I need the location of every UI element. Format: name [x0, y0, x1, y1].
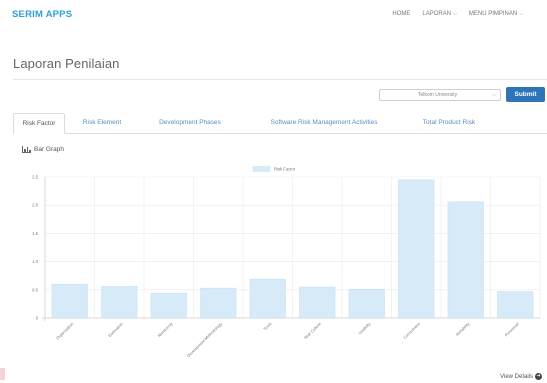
y-tick-label: 1.5: [32, 231, 38, 236]
nav-home-label: HOME: [392, 11, 411, 17]
tab-risk-factor[interactable]: Risk Factor: [13, 113, 65, 134]
view-details-link[interactable]: View Details ➜: [500, 373, 542, 380]
y-tick-label: 2.5: [32, 175, 38, 180]
bar-chart-icon: [22, 146, 31, 153]
bar: [101, 286, 138, 319]
bar: [200, 287, 237, 319]
x-tick-label: Estimation: [107, 321, 124, 338]
tab-software-risk-management-activities[interactable]: Software Risk Management Activities: [245, 113, 403, 133]
university-select[interactable]: Telkom University ⌵: [379, 89, 501, 101]
x-tick-label: Risk Culture: [303, 321, 322, 340]
caret-down-icon: ⌵: [519, 11, 523, 17]
bar: [447, 201, 484, 319]
y-tick-label: 1.0: [32, 259, 38, 264]
bar: [497, 291, 534, 319]
nav-home[interactable]: HOME: [392, 11, 410, 17]
y-tick-label: 0.5: [32, 287, 38, 292]
arrow-right-circle-icon: ➜: [535, 373, 542, 380]
view-details-label: View Details: [500, 373, 533, 380]
bar: [249, 278, 286, 319]
bar: [398, 179, 435, 319]
navbar: SERIM APPS HOME LAPORAN ⌵ MENU PIMPINAN ⌵: [0, 0, 547, 32]
caret-down-icon: ⌵: [453, 11, 457, 17]
y-tick-label: 2.0: [32, 203, 38, 208]
bar: [299, 286, 336, 319]
tab-bar: Risk Factor Risk Element Development Pha…: [13, 113, 547, 134]
risk-factor-bar-chart: 0 0.5 1.0 1.5 2.0 2.5 Risk Factor Organization E…: [32, 166, 541, 358]
title-divider: [13, 79, 547, 80]
legend-label: Risk Factor: [274, 167, 296, 172]
y-tick-label: 0: [36, 316, 39, 321]
nav-laporan[interactable]: LAPORAN ⌵: [422, 11, 456, 17]
tab-total-product-risk[interactable]: Total Product Risk: [409, 113, 489, 133]
edge-decoration: [0, 368, 5, 380]
x-tick-label: Reliability: [455, 321, 471, 337]
x-tick-label: Personnel: [504, 321, 520, 337]
nav-menu-pimpinan-label: MENU PIMPINAN: [468, 11, 518, 17]
nav-menu: HOME LAPORAN ⌵ MENU PIMPINAN ⌵: [392, 11, 523, 17]
x-tick-label: Correctness: [402, 321, 421, 340]
x-tick-label: Tools: [262, 321, 272, 331]
brand-logo[interactable]: SERIM APPS: [12, 9, 72, 20]
x-tick-label: Organization: [55, 321, 75, 341]
graph-heading: Bar Graph: [22, 146, 64, 153]
nav-laporan-label: LAPORAN: [422, 11, 452, 17]
bar: [51, 283, 88, 319]
page-title: Laporan Penilaian: [13, 56, 120, 71]
university-select-value: Telkom University: [418, 92, 458, 98]
chevron-down-icon: ⌵: [492, 92, 496, 98]
legend-swatch: [252, 166, 271, 172]
x-tick-label: Monitoring: [157, 321, 174, 338]
bar: [150, 292, 187, 319]
tab-development-phases[interactable]: Development Phases: [141, 113, 239, 133]
submit-button[interactable]: Submit: [506, 87, 545, 102]
tab-risk-element[interactable]: Risk Element: [73, 113, 131, 133]
graph-heading-label: Bar Graph: [34, 146, 64, 153]
bar: [348, 288, 385, 319]
nav-menu-pimpinan[interactable]: MENU PIMPINAN ⌵: [469, 11, 523, 17]
x-tick-label: Development Methodology: [186, 321, 223, 358]
x-tick-label: Usability: [357, 321, 371, 335]
